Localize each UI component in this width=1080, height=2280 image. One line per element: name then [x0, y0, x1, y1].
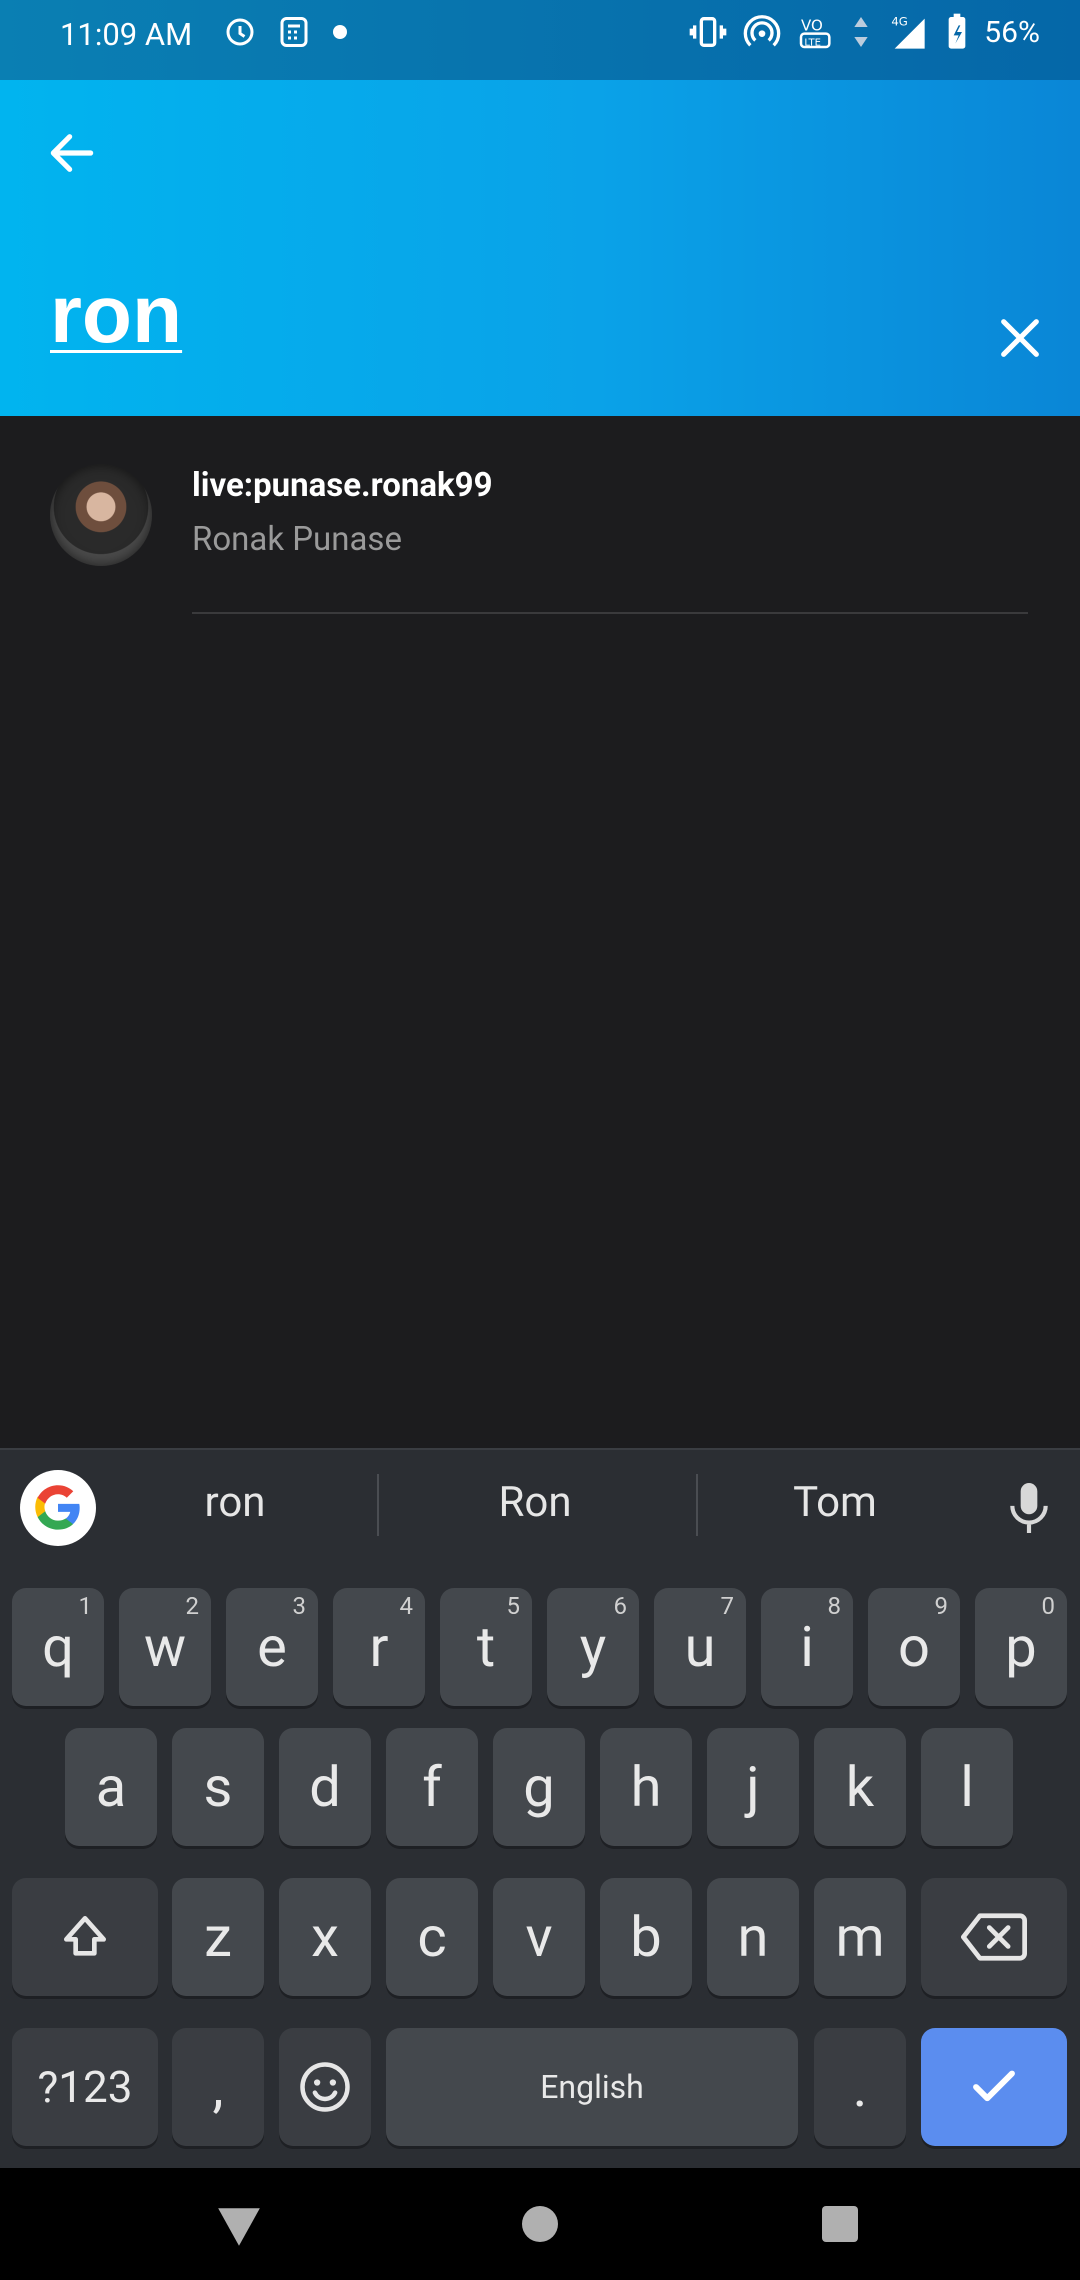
- key-f[interactable]: f: [386, 1728, 478, 1846]
- symbols-key[interactable]: ?123: [12, 2028, 158, 2146]
- triangle-back-icon: [218, 2208, 260, 2246]
- key-r[interactable]: r4: [333, 1588, 425, 1706]
- key-q[interactable]: q1: [12, 1588, 104, 1706]
- navigation-bar: [0, 2168, 1080, 2280]
- data-arrows-icon: [854, 17, 868, 47]
- key-g[interactable]: g: [493, 1728, 585, 1846]
- key-m[interactable]: m: [814, 1878, 906, 1996]
- svg-text:LTE: LTE: [805, 37, 822, 48]
- nav-back-button[interactable]: [214, 2204, 264, 2250]
- volte-icon: VO LTE: [800, 16, 831, 48]
- dot-icon: [333, 25, 347, 39]
- clear-search-button[interactable]: [992, 310, 1048, 366]
- key-t[interactable]: t5: [440, 1588, 532, 1706]
- shift-icon: [63, 1916, 106, 1956]
- hotspot-icon: [743, 15, 781, 47]
- suggestion-2[interactable]: Ron: [470, 1478, 600, 1527]
- enter-key[interactable]: [921, 2028, 1067, 2146]
- suggestion-3[interactable]: Tom: [770, 1478, 900, 1527]
- mic-icon: [1010, 1483, 1048, 1533]
- key-b[interactable]: b: [600, 1878, 692, 1996]
- key-s[interactable]: s: [172, 1728, 264, 1846]
- key-c[interactable]: c: [386, 1878, 478, 1996]
- comma-key[interactable]: ,: [172, 2028, 264, 2146]
- key-a[interactable]: a: [65, 1728, 157, 1846]
- home-circle-icon: [522, 2206, 558, 2242]
- emoji-icon: [300, 2062, 350, 2112]
- key-h[interactable]: h: [600, 1728, 692, 1846]
- svg-text:VO: VO: [801, 16, 823, 34]
- battery-icon: [948, 13, 966, 49]
- key-z[interactable]: z: [172, 1878, 264, 1996]
- key-l[interactable]: l: [921, 1728, 1013, 1846]
- status-bar: 11:09 AM VO LTE 4G 56%: [0, 0, 1080, 80]
- key-i[interactable]: i8: [761, 1588, 853, 1706]
- nav-home-button[interactable]: [520, 2204, 560, 2244]
- google-icon[interactable]: [20, 1470, 96, 1546]
- nav-recents-button[interactable]: [820, 2204, 860, 2244]
- key-u[interactable]: u7: [654, 1588, 746, 1706]
- list-item[interactable]: live:punase.ronak99 Ronak Punase: [0, 416, 1080, 616]
- close-icon: [1001, 319, 1039, 357]
- search-input[interactable]: [50, 260, 850, 370]
- key-n[interactable]: n: [707, 1878, 799, 1996]
- result-subtitle: Ronak Punase: [192, 520, 402, 559]
- recents-square-icon: [822, 2206, 858, 2242]
- key-p[interactable]: p0: [975, 1588, 1067, 1706]
- divider: [192, 612, 1028, 614]
- key-x[interactable]: x: [279, 1878, 371, 1996]
- signal-icon: 4G: [892, 14, 925, 49]
- space-key[interactable]: English: [386, 2028, 798, 2146]
- vibrate-icon: [689, 17, 727, 47]
- battery-percent: 56%: [984, 14, 1040, 50]
- key-o[interactable]: o9: [868, 1588, 960, 1706]
- mic-button[interactable]: [1004, 1478, 1054, 1538]
- key-j[interactable]: j: [707, 1728, 799, 1846]
- sync-icon: [226, 18, 254, 46]
- avatar: [50, 464, 152, 566]
- checkmark-icon: [973, 2070, 1015, 2102]
- svg-text:4G: 4G: [892, 14, 908, 28]
- key-y[interactable]: y6: [547, 1588, 639, 1706]
- arrow-back-icon: [50, 134, 94, 172]
- period-key[interactable]: .: [814, 2028, 906, 2146]
- result-title: live:punase.ronak99: [192, 466, 493, 505]
- backspace-key[interactable]: [921, 1878, 1067, 1996]
- key-w[interactable]: w2: [119, 1588, 211, 1706]
- emoji-key[interactable]: [279, 2028, 371, 2146]
- calculator-icon: [280, 17, 308, 47]
- suggestion-1[interactable]: ron: [170, 1478, 300, 1527]
- back-button[interactable]: [44, 125, 100, 181]
- suggestion-bar: ron Ron Tom: [0, 1450, 1080, 1560]
- key-e[interactable]: e3: [226, 1588, 318, 1706]
- search-results: live:punase.ronak99 Ronak Punase: [0, 416, 1080, 616]
- key-d[interactable]: d: [279, 1728, 371, 1846]
- keyboard: ron Ron Tom q1 w2 e3 r4 t5 y6 u7 i8 o9 p…: [0, 1448, 1080, 2170]
- key-v[interactable]: v: [493, 1878, 585, 1996]
- shift-key[interactable]: [12, 1878, 158, 1996]
- search-header: [0, 80, 1080, 416]
- key-k[interactable]: k: [814, 1728, 906, 1846]
- backspace-icon: [961, 1913, 1027, 1961]
- status-time: 11:09 AM: [60, 16, 193, 53]
